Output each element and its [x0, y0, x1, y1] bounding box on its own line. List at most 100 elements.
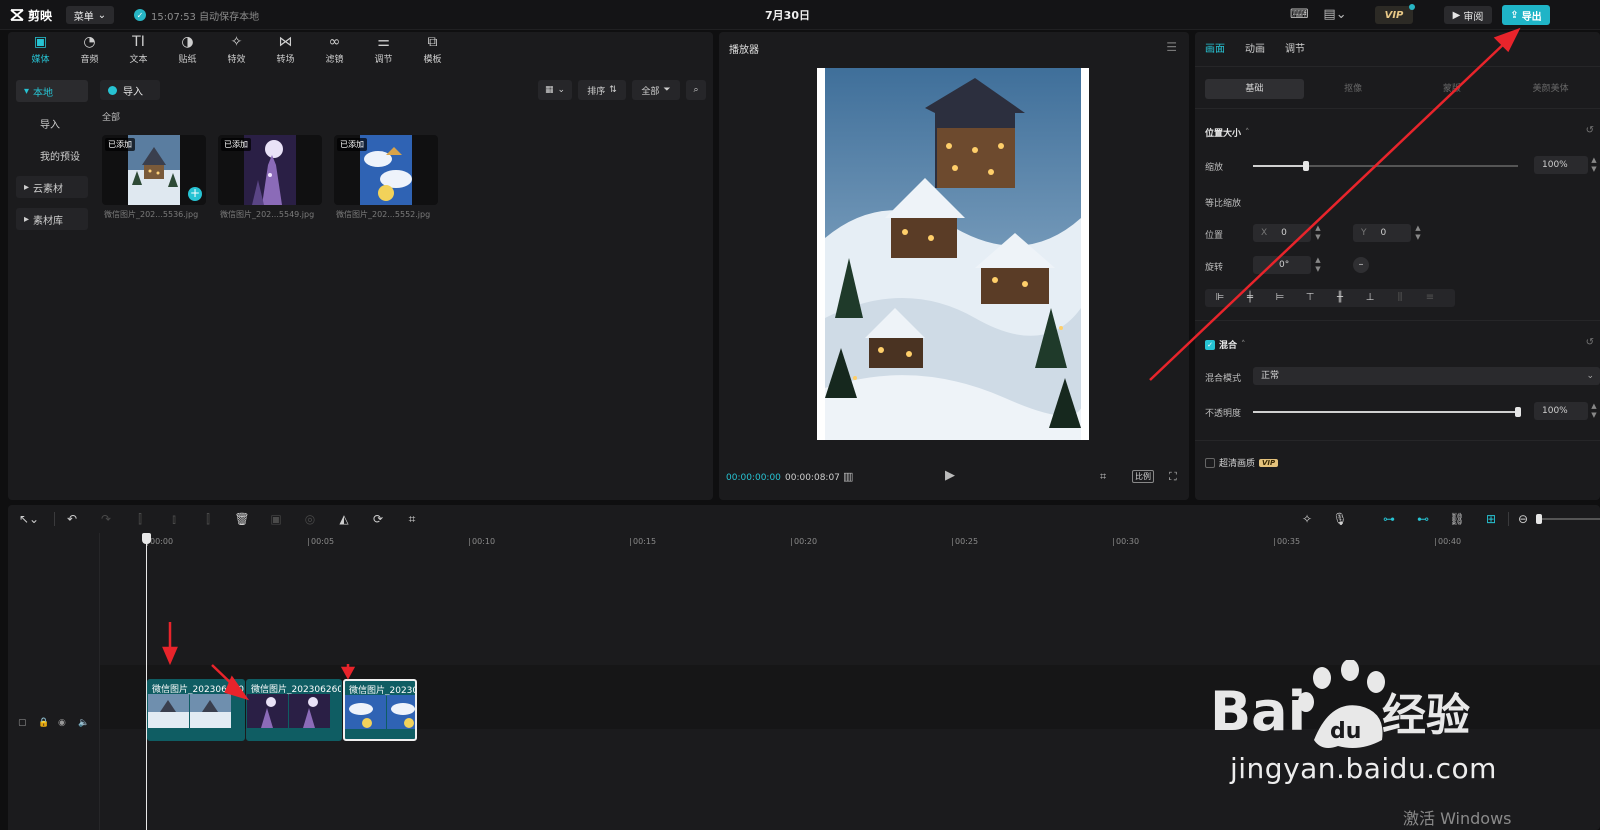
position-y-stepper-icon[interactable]: ▲ ▼ — [1413, 224, 1423, 242]
filter-button[interactable]: 全部 ⏷ — [632, 80, 680, 100]
tool-media[interactable]: ▣ 媒体 — [16, 32, 65, 68]
rotate-stepper-icon[interactable]: ▲ ▼ — [1313, 256, 1323, 274]
scale-slider[interactable] — [1253, 161, 1518, 171]
menu-button[interactable]: 菜单 ⌄ — [66, 6, 114, 24]
aspect-ratio-button[interactable]: 比例 — [1132, 470, 1154, 483]
timeline-clip[interactable]: 微信图片_202306260005 — [147, 679, 245, 741]
sort-button[interactable]: 排序 ⇅ — [578, 80, 626, 100]
opacity-value-input[interactable]: 100% — [1534, 402, 1588, 420]
nav-library[interactable]: ▸ 素材库 — [16, 208, 88, 230]
subtab-basic[interactable]: 基础 — [1205, 79, 1304, 99]
opacity-stepper-icon[interactable]: ▲ ▼ — [1589, 402, 1599, 420]
blend-mode-select[interactable]: 正常 ⌄ — [1253, 367, 1600, 385]
slider-handle[interactable] — [1303, 161, 1309, 171]
flip-rotate-icon[interactable]: – — [1353, 257, 1369, 273]
mirror-icon[interactable]: ◭ — [336, 511, 352, 527]
subtab-mask[interactable]: 蒙版 — [1403, 79, 1502, 99]
trash-icon[interactable]: 🗑 — [234, 511, 250, 527]
eye-icon[interactable]: ◉ — [58, 718, 66, 728]
timeline-clip[interactable]: 微信图片_202306260005 — [246, 679, 342, 741]
zoom-out-icon[interactable]: ⊖ — [1516, 511, 1530, 527]
import-button[interactable]: 导入 — [100, 80, 160, 100]
delete-right-icon[interactable]: ⫿ — [200, 511, 216, 527]
fit-screen-icon[interactable]: ⌗ — [1100, 470, 1106, 484]
rotate-input[interactable]: 0° — [1253, 256, 1311, 274]
position-x-input[interactable]: X0 — [1253, 224, 1311, 242]
media-thumbnail[interactable]: 已添加 — [218, 135, 322, 205]
position-y-input[interactable]: Y0 — [1353, 224, 1411, 242]
align-right-icon[interactable]: ⊨ — [1265, 289, 1295, 307]
undo-icon[interactable]: ↶ — [64, 511, 80, 527]
export-button[interactable]: ⇪ 导出 — [1502, 5, 1550, 25]
tool-effects[interactable]: ✧ 特效 — [212, 32, 261, 68]
hd-quality-checkbox[interactable] — [1205, 457, 1215, 468]
review-button[interactable]: ▶ 审阅 — [1444, 6, 1492, 24]
play-icon[interactable]: ▶ — [945, 468, 955, 483]
position-size-section[interactable]: 位置大小 ˄ — [1205, 126, 1250, 140]
link-icon[interactable]: ⛓ — [1448, 511, 1466, 527]
nav-import[interactable]: 导入 — [16, 112, 88, 134]
tool-sticker[interactable]: ◑ 贴纸 — [163, 32, 212, 68]
rotate-icon[interactable]: ⟳ — [370, 511, 386, 527]
playhead-line[interactable] — [146, 533, 147, 830]
crop-icon[interactable]: ⌗ — [404, 511, 420, 527]
tab-picture[interactable]: 画面 — [1205, 40, 1225, 55]
nav-local[interactable]: ▾ 本地 — [16, 80, 88, 102]
time-ruler[interactable]: 00:00 00:05 00:10 00:15 00:20 00:25 00:30 00:35… — [144, 533, 1600, 551]
timeline-clip-selected[interactable]: 微信图片_202306 — [343, 679, 417, 741]
hd-quality-section[interactable]: 超清画质 VIP — [1205, 456, 1279, 469]
speaker-icon[interactable]: 🔈 — [78, 718, 89, 728]
align-top-icon[interactable]: ⊤ — [1295, 289, 1325, 307]
align-left-icon[interactable]: ⊫ — [1205, 289, 1235, 307]
timecode-mode-icon[interactable]: ▥ — [843, 470, 853, 483]
tool-transition[interactable]: ⋈ 转场 — [261, 32, 310, 68]
subtab-beauty[interactable]: 美颜美体 — [1501, 79, 1600, 99]
preview-canvas[interactable] — [817, 68, 1089, 440]
reset-icon[interactable]: ↺ — [1586, 337, 1594, 348]
tool-filter[interactable]: ∞ 滤镜 — [310, 32, 359, 68]
delete-left-icon[interactable]: ⫾ — [166, 511, 182, 527]
add-to-track-icon[interactable]: + — [188, 187, 202, 201]
blend-section[interactable]: ✓ 混合 ˄ — [1205, 338, 1246, 351]
freeze-frame-icon[interactable]: ▣ — [268, 511, 284, 527]
hamburger-menu-icon[interactable]: ☰ — [1166, 40, 1177, 54]
media-thumbnail[interactable]: 已添加 — [334, 135, 438, 205]
auto-caption-icon[interactable]: ✧ — [1298, 511, 1316, 527]
shortcut-keyboard-icon[interactable]: ⌨ — [1290, 7, 1309, 23]
main-track-magnet-icon[interactable]: ⊶ — [1380, 511, 1398, 527]
search-button[interactable]: ⌕ — [686, 80, 706, 100]
align-center-horizontal-icon[interactable]: ╪ — [1235, 289, 1265, 307]
tool-template[interactable]: ⧉ 模板 — [408, 32, 457, 68]
slider-handle[interactable] — [1515, 407, 1521, 417]
layout-icon[interactable]: ▤⌄ — [1320, 7, 1350, 23]
tool-audio[interactable]: ◔ 音频 — [65, 32, 114, 68]
auto-snap-icon[interactable]: ⊷ — [1414, 511, 1432, 527]
view-mode-button[interactable]: ▦ ⌄ — [538, 80, 572, 100]
tab-adjust[interactable]: 调节 — [1285, 40, 1305, 55]
preview-axis-icon[interactable]: ⊞ — [1482, 511, 1500, 527]
lock-icon[interactable]: 🔒 — [38, 718, 49, 728]
tool-adjust[interactable]: ⚌ 调节 — [359, 32, 408, 68]
tool-text[interactable]: TI 文本 — [114, 32, 163, 68]
split-icon[interactable]: ⫿ — [132, 511, 148, 527]
distribute-vertical-icon[interactable]: ≡ — [1415, 289, 1445, 307]
opacity-slider[interactable] — [1253, 407, 1521, 417]
distribute-horizontal-icon[interactable]: ⫼ — [1385, 289, 1415, 307]
select-cursor-icon[interactable]: ↖⌄ — [16, 511, 42, 527]
timeline-zoom-slider[interactable] — [1536, 514, 1600, 524]
tab-animation[interactable]: 动画 — [1245, 40, 1265, 55]
reverse-icon[interactable]: ◎ — [302, 511, 318, 527]
reset-icon[interactable]: ↺ — [1586, 125, 1594, 136]
redo-icon[interactable]: ↷ — [98, 511, 114, 527]
track-video-icon[interactable]: ▢ — [18, 718, 27, 728]
nav-my-presets[interactable]: 我的预设 — [16, 144, 88, 166]
blend-checkbox[interactable]: ✓ — [1205, 339, 1215, 350]
media-thumbnail[interactable]: 已添加 + — [102, 135, 206, 205]
fullscreen-icon[interactable]: ⛶ — [1169, 470, 1177, 484]
vip-badge[interactable]: VIP — [1375, 4, 1415, 24]
position-x-stepper-icon[interactable]: ▲ ▼ — [1313, 224, 1323, 242]
subtab-cutout[interactable]: 抠像 — [1304, 79, 1403, 99]
align-bottom-icon[interactable]: ⊥ — [1355, 289, 1385, 307]
scale-value-input[interactable]: 100% — [1534, 156, 1588, 174]
align-middle-vertical-icon[interactable]: ╫ — [1325, 289, 1355, 307]
